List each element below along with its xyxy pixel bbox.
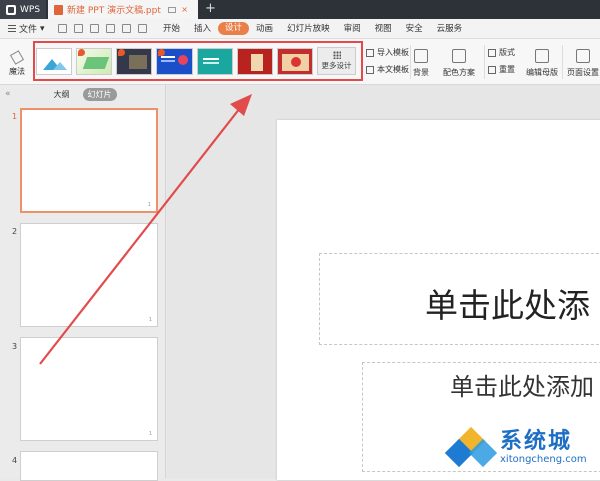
watermark-url: xitongcheng.com xyxy=(500,454,587,465)
watermark-logo-icon xyxy=(444,426,498,468)
watermark-name: 系统城 xyxy=(500,429,573,454)
annotation-arrow xyxy=(39,94,252,365)
watermark: 系统城 xitongcheng.com xyxy=(444,418,600,478)
